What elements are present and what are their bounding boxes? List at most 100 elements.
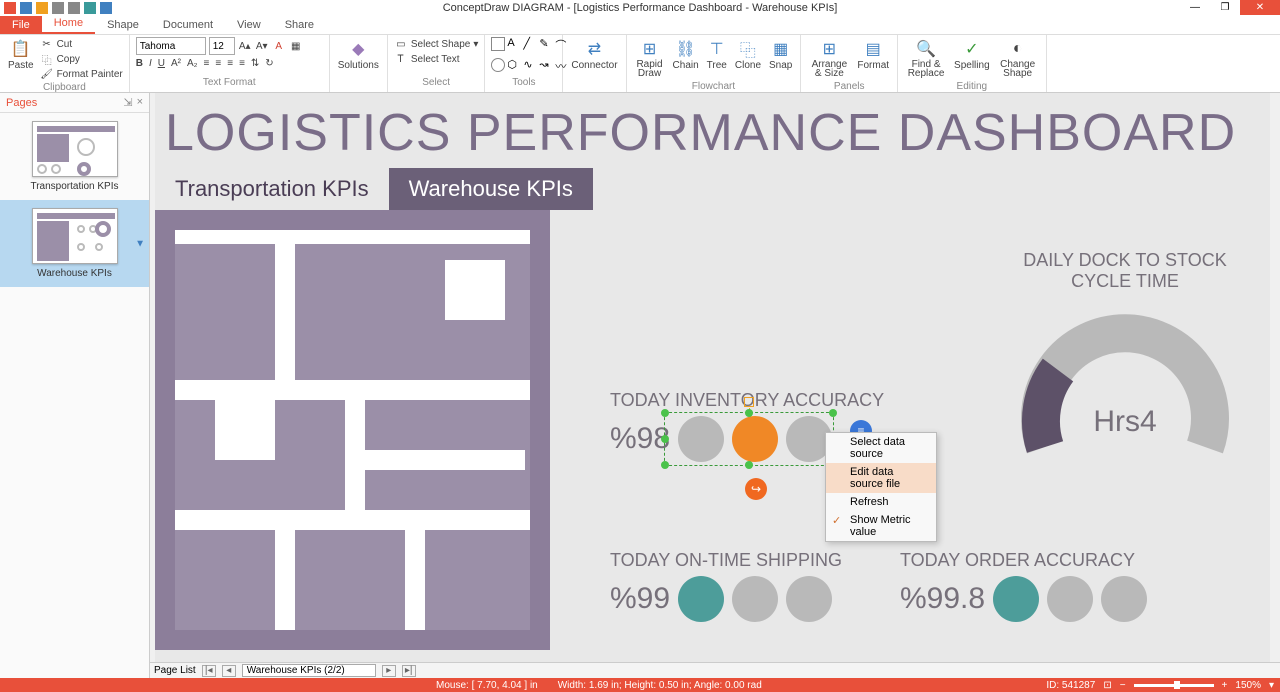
dock-cycle-value: Hrs4 (1000, 405, 1250, 439)
tool-pen-icon[interactable]: ✎ (539, 37, 553, 51)
indicator-dot-active (993, 576, 1039, 622)
pages-panel-title: Pages (6, 97, 37, 109)
close-panel-icon[interactable]: × (137, 96, 143, 109)
align-right-button[interactable]: ≡ (227, 58, 233, 69)
tool-ellipse-icon[interactable] (491, 58, 505, 72)
format-painter-button[interactable]: 🖌Format Painter (40, 67, 123, 81)
font-size-input[interactable] (209, 37, 235, 55)
canvas-page: LOGISTICS PERFORMANCE DASHBOARD Transpor… (155, 93, 1270, 678)
font-name-input[interactable] (136, 37, 206, 55)
page-first-button[interactable]: |◂ (202, 665, 216, 677)
tool-polygon-icon[interactable]: ⬡ (507, 58, 521, 72)
tab-share[interactable]: Share (273, 16, 326, 34)
qat-undo-icon[interactable] (52, 2, 64, 14)
ctx-select-data-source[interactable]: Select data source (826, 433, 936, 463)
format-button[interactable]: ▤Format (855, 37, 891, 73)
pages-panel-header: Pages ⇲ × (0, 93, 149, 113)
find-icon: 🔍 (916, 39, 936, 59)
cut-button[interactable]: ✂Cut (40, 37, 123, 51)
align-center-button[interactable]: ≡ (215, 58, 221, 69)
tab-view[interactable]: View (225, 16, 273, 34)
tool-line-icon[interactable]: ╱ (523, 37, 537, 51)
align-left-button[interactable]: ≡ (204, 58, 210, 69)
pin-icon[interactable]: ⇲ (123, 96, 132, 109)
decrease-font-icon[interactable]: A▾ (255, 39, 269, 53)
ctx-refresh[interactable]: Refresh (826, 493, 936, 511)
page-prev-button[interactable]: ◂ (222, 665, 236, 677)
rapid-draw-button[interactable]: ⊞Rapid Draw (633, 37, 667, 80)
maximize-button[interactable]: ❐ (1210, 0, 1240, 15)
connector-button[interactable]: ⇄ Connector (569, 37, 619, 73)
dashboard-tab-transportation[interactable]: Transportation KPIs (155, 168, 389, 210)
tool-rect-icon[interactable] (491, 37, 505, 51)
ribbon-group-panels: ⊞Arrange & Size ▤Format Panels (801, 35, 898, 92)
bold-button[interactable]: B (136, 58, 143, 69)
copy-button[interactable]: ⿻Copy (40, 52, 123, 66)
line-spacing-button[interactable]: ⇅ (251, 58, 259, 69)
resize-handle[interactable] (661, 409, 669, 417)
italic-button[interactable]: I (149, 58, 152, 69)
change-shape-button[interactable]: ◐Change Shape (996, 37, 1040, 80)
resize-handle[interactable] (829, 409, 837, 417)
arrange-size-button[interactable]: ⊞Arrange & Size (807, 37, 851, 80)
zoom-in-button[interactable]: + (1222, 680, 1228, 691)
find-replace-button[interactable]: 🔍Find & Replace (904, 37, 948, 80)
resize-handle[interactable] (661, 461, 669, 469)
zoom-dropdown-icon[interactable]: ▾ (1269, 680, 1274, 691)
tab-file[interactable]: File (0, 16, 42, 34)
resize-handle[interactable] (745, 461, 753, 469)
page-next-button[interactable]: ▸ (382, 665, 396, 677)
zoom-out-button[interactable]: − (1120, 680, 1126, 691)
qat-doc-icon[interactable] (36, 2, 48, 14)
increase-font-icon[interactable]: A▴ (238, 39, 252, 53)
font-color-icon[interactable]: A (272, 39, 286, 53)
qat-save2-icon[interactable] (100, 2, 112, 14)
ctx-edit-data-source[interactable]: Edit data source file (826, 463, 936, 493)
rotation-handle-icon[interactable] (744, 397, 754, 407)
page-last-button[interactable]: ▸| (402, 665, 416, 677)
tool-connector-icon[interactable]: ↝ (539, 58, 553, 72)
page-thumb-img-1 (32, 121, 118, 177)
tool-text-icon[interactable]: A (507, 37, 521, 51)
text-rotation-button[interactable]: ↻ (265, 58, 273, 69)
tool-curve-icon[interactable]: ∿ (523, 58, 537, 72)
close-button[interactable]: ✕ (1240, 0, 1280, 15)
zoom-slider[interactable] (1134, 684, 1214, 687)
snap-button[interactable]: ▦Snap (767, 37, 794, 73)
select-text-icon: Ꭲ (394, 52, 408, 66)
solutions-button[interactable]: ◆ Solutions (336, 37, 381, 73)
tab-shape[interactable]: Shape (95, 16, 151, 34)
qat-print-icon[interactable] (84, 2, 96, 14)
resize-handle[interactable] (661, 435, 669, 443)
tab-document[interactable]: Document (151, 16, 225, 34)
canvas-area[interactable]: LOGISTICS PERFORMANCE DASHBOARD Transpor… (150, 93, 1280, 678)
chevron-down-icon[interactable]: ▼ (135, 238, 145, 249)
page-thumb-transportation[interactable]: Transportation KPIs (0, 113, 149, 200)
align-justify-button[interactable]: ≡ (239, 58, 245, 69)
page-thumb-warehouse[interactable]: Warehouse KPIs ▼ (0, 200, 149, 287)
resize-handle[interactable] (745, 409, 753, 417)
superscript-button[interactable]: A² (171, 58, 181, 69)
dashboard-tab-warehouse[interactable]: Warehouse KPIs (389, 168, 593, 210)
action-reroute-icon[interactable]: ↪ (745, 478, 767, 500)
chain-button[interactable]: ⛓Chain (671, 37, 701, 73)
subscript-button[interactable]: A₂ (187, 58, 198, 69)
select-shape-button[interactable]: ▭Select Shape▾ (394, 37, 479, 51)
snap-icon: ▦ (771, 39, 791, 59)
zoom-fit-icon[interactable]: ⊡ (1103, 680, 1111, 691)
tree-button[interactable]: ⊤Tree (705, 37, 729, 73)
paste-button[interactable]: 📋 Paste (6, 37, 36, 73)
tab-home[interactable]: Home (42, 14, 95, 34)
select-text-button[interactable]: ᎢSelect Text (394, 52, 479, 66)
title-bar: ConceptDraw DIAGRAM - [Logistics Perform… (0, 0, 1280, 15)
qat-redo-icon[interactable] (68, 2, 80, 14)
highlight-icon[interactable]: ▦ (289, 39, 303, 53)
underline-button[interactable]: U (158, 58, 165, 69)
ctx-show-metric-value[interactable]: ✓ Show Metric value (826, 511, 936, 541)
indicator-dot (1047, 576, 1093, 622)
paste-icon: 📋 (11, 39, 31, 59)
qat-save-icon[interactable] (20, 2, 32, 14)
clone-button[interactable]: ⿻Clone (733, 37, 763, 73)
spelling-button[interactable]: ✓Spelling (952, 37, 992, 73)
minimize-button[interactable]: — (1180, 0, 1210, 15)
